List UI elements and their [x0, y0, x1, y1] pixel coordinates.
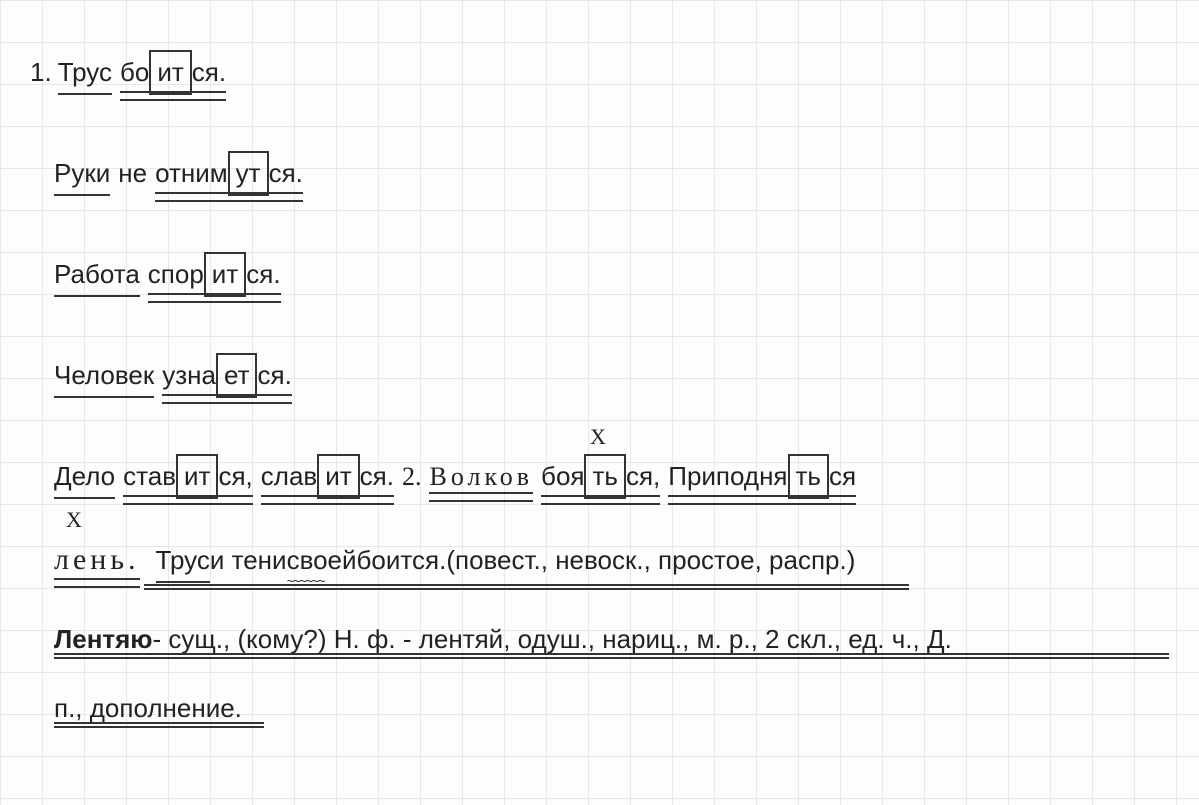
pred-suffix: ся. — [192, 53, 226, 92]
pred-stem: спор — [148, 255, 204, 294]
pred-suffix: ся. — [246, 255, 280, 294]
subject-delo: Дело — [54, 457, 115, 499]
len-text: лень. — [54, 537, 140, 582]
pred-suffix: ся, — [626, 457, 660, 496]
double-underline-decoration — [54, 653, 1169, 659]
word-len: лень. — [54, 537, 140, 590]
neg-particle: не — [118, 154, 147, 193]
sentence-6: X лень. Трус и тени своей боится. (повес… — [30, 537, 1169, 590]
list-number-1: 1. — [30, 53, 52, 92]
morpheme-box: ит — [204, 252, 246, 297]
predicate-boitsya: бо ит ся. — [120, 50, 226, 103]
pred-stem: слав — [261, 457, 317, 496]
x-marker-1: X — [590, 420, 606, 453]
predicate-uznaetsya: узна ет ся. — [162, 353, 292, 406]
morpheme-box: ть — [584, 454, 625, 499]
morpheme-box: ет — [216, 353, 258, 398]
pred-stem: узна — [162, 356, 216, 395]
x-marker-2: X — [66, 503, 82, 536]
pred-stem: отним — [155, 154, 228, 193]
morpheme-box: ть — [788, 454, 829, 499]
sentence-2: Руки не отним ут ся. — [30, 151, 1169, 204]
text-boitsya: боится. — [357, 541, 447, 580]
pred-stem: бо — [120, 53, 149, 92]
sentence-characteristic: (повест., невоск., простое, распр.) — [446, 541, 855, 580]
morpheme-box: ут — [228, 151, 269, 196]
pred-stem: Приподня — [668, 457, 787, 496]
morph-analysis-line2: п., дополнение. — [30, 689, 1169, 728]
pred-suffix: ся. — [269, 154, 303, 193]
pred-suffix: ся — [829, 457, 856, 496]
pred-suffix: ся, — [218, 457, 252, 496]
subject-trus-2: Трус — [156, 541, 210, 583]
text-i-teni: и тени — [210, 541, 287, 580]
subject-chelovek: Человек — [54, 356, 154, 398]
subject-ruki: Руки — [54, 154, 110, 196]
subject-rabota: Работа — [54, 255, 140, 297]
sentence-3: Работа спор ит ся. — [30, 252, 1169, 305]
pred-suffix: ся. — [360, 457, 394, 496]
double-underline-decoration — [54, 722, 264, 728]
morpheme-box: ит — [176, 454, 218, 499]
morpheme-box: ит — [317, 454, 359, 499]
word-svoej: своей — [287, 541, 357, 580]
predicate-stavitsya: став ит ся, — [123, 454, 253, 507]
word-volkov: Волков — [429, 457, 533, 504]
sentence-4: Человек узна ет ся. — [30, 353, 1169, 406]
predicate-slavitsya: слав ит ся. — [261, 454, 394, 507]
predicate-pripodnyatsya: Приподня ть ся — [668, 454, 856, 507]
double-underline-decoration — [144, 584, 909, 590]
subject-trus: Трус — [58, 53, 112, 95]
morpheme-box: ит — [149, 50, 191, 95]
sentence-5: X Дело став ит ся, слав ит ся. 2. Волков… — [30, 454, 1169, 507]
predicate-otnimutsya: отним ут ся. — [155, 151, 303, 204]
sentence-1: 1. Трус бо ит ся. — [30, 50, 1169, 103]
pred-suffix: ся. — [257, 356, 291, 395]
predicate-boyatsya: боя ть ся, — [541, 454, 660, 507]
morph-analysis-line1: Лентяю - сущ., (кому?) Н. ф. - лентяй, о… — [30, 620, 1169, 659]
volkov-text: Волков — [429, 457, 533, 496]
pred-stem: боя — [541, 457, 584, 496]
list-number-2: 2. — [402, 457, 422, 496]
predicate-sporitsya: спор ит ся. — [148, 252, 281, 305]
pred-stem: став — [123, 457, 176, 496]
